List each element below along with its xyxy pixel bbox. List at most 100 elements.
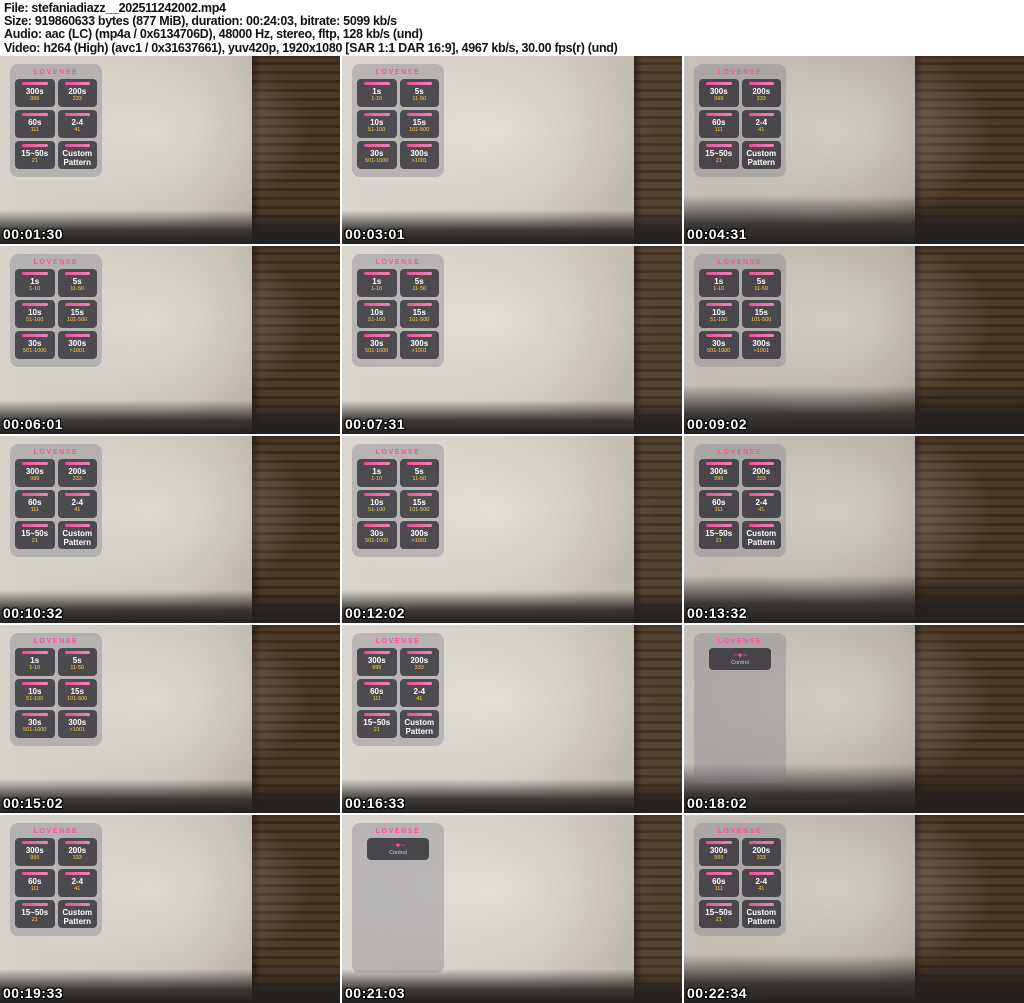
tile-duration: 15~50s — [21, 149, 49, 158]
tile-duration: Custom Pattern — [746, 908, 777, 927]
tile-token-range: 111 — [30, 886, 39, 893]
video-thumbnail[interactable]: 00:06:01 LOVENSE 1s 1-10 5s 11-50 10s 51-100 1… — [0, 245, 340, 434]
tile-token-range: >1001 — [69, 347, 85, 354]
tile-duration: 10s — [28, 687, 42, 697]
lovense-title: LOVENSE — [375, 828, 421, 836]
tip-menu-tile: 300s 999 — [15, 458, 55, 487]
lovense-tip-menu-overlay: LOVENSE 1s 1-10 5s 11-50 10s 51-100 15s 101-500… — [10, 633, 102, 747]
tile-duration: 300s — [410, 338, 429, 348]
tile-level-bar — [406, 523, 432, 527]
video-thumbnail[interactable]: 00:22:34 LOVENSE 300s 999 200s 333 60s 111 2-4… — [684, 815, 1024, 1003]
tip-menu-tile: 15~50s 21 — [699, 900, 739, 929]
tip-menu-tile: 15~50s 21 — [357, 710, 397, 739]
tip-menu-tile: 15~50s 21 — [15, 141, 55, 169]
tip-menu-tile: 1s 1-10 — [357, 79, 397, 107]
tile-level-bar — [364, 682, 390, 686]
lovense-control-tile: ~♥~ Control — [709, 648, 771, 671]
tile-level-bar — [64, 523, 90, 527]
tile-level-bar — [64, 333, 90, 337]
tip-menu-tile: 1s 1-10 — [357, 268, 397, 297]
tip-menu-tiles: 300s 999 200s 333 60s 111 2-4 41 15~50s 21 Custom … — [15, 838, 97, 929]
tile-duration: 2-4 — [755, 497, 768, 507]
tile-level-bar — [364, 271, 390, 275]
tile-token-range: 111 — [30, 506, 39, 513]
tip-menu-tiles: 300s 999 200s 333 60s 111 2-4 41 15~50s 21 Custom … — [699, 79, 781, 169]
tile-duration: 2-4 — [413, 687, 426, 697]
tip-menu-tile: 30s 501-1000 — [15, 330, 55, 359]
tile-duration: 5s — [72, 276, 82, 286]
tile-duration: 15~50s — [363, 718, 391, 728]
tile-token-range: 1-10 — [371, 96, 383, 102]
tile-token-range: 999 — [30, 475, 40, 482]
tile-level-bar — [406, 713, 432, 717]
tip-menu-tile: 300s 999 — [15, 79, 55, 107]
tile-duration: 200s — [68, 466, 87, 476]
tip-menu-tile: 30s 501-1000 — [357, 141, 397, 169]
tile-token-range: 101-500 — [409, 316, 430, 323]
tile-level-bar — [22, 713, 48, 717]
tile-level-bar — [406, 271, 432, 275]
lovense-title: LOVENSE — [33, 638, 79, 646]
video-thumbnail[interactable]: 00:07:31 LOVENSE 1s 1-10 5s 11-50 10s 51-100 1… — [342, 245, 682, 434]
tile-duration: 60s — [370, 687, 384, 697]
video-thumbnail[interactable]: 00:16:33 LOVENSE 300s 999 200s 333 60s 111 2-4… — [342, 625, 682, 814]
tile-level-bar — [748, 302, 774, 306]
tip-menu-tile: Custom Pattern — [57, 141, 97, 169]
tile-level-bar — [22, 271, 48, 275]
video-thumbnail[interactable]: 00:09:02 LOVENSE 1s 1-10 5s 11-50 10s 51-100 1… — [684, 245, 1024, 434]
video-thumbnail[interactable]: 00:18:02 LOVENSE ~♥~ Control — [684, 625, 1024, 814]
tip-menu-tile: 300s >1001 — [399, 141, 439, 169]
tip-menu-tile: 60s 111 — [15, 489, 55, 518]
tile-duration: 60s — [712, 118, 726, 127]
tip-menu-tile: 60s 111 — [15, 869, 55, 898]
tip-menu-tile: 10s 51-100 — [15, 299, 55, 328]
video-thumbnail[interactable]: 00:19:33 LOVENSE 300s 999 200s 333 60s 111 2-4… — [0, 815, 340, 1003]
tile-duration: 60s — [28, 877, 42, 887]
tile-level-bar — [22, 903, 48, 907]
tile-duration: 30s — [370, 149, 384, 158]
tile-level-bar — [64, 903, 90, 907]
video-thumbnail[interactable]: 00:10:32 LOVENSE 300s 999 200s 333 60s 111 2-4… — [0, 435, 340, 624]
tile-duration: 2-4 — [71, 497, 84, 507]
video-thumbnail[interactable]: 00:01:30 LOVENSE 300s 999 200s 333 60s 111 2-4… — [0, 56, 340, 244]
tip-menu-tile: Custom Pattern — [741, 520, 781, 549]
tile-token-range: 999 — [714, 855, 724, 862]
video-thumbnail[interactable]: 00:15:02 LOVENSE 1s 1-10 5s 11-50 10s 51-100 1… — [0, 625, 340, 814]
video-thumbnail[interactable]: 00:04:31 LOVENSE 300s 999 200s 333 60s 111 2-4… — [684, 56, 1024, 244]
tile-duration: 200s — [752, 846, 771, 856]
timestamp-label: 00:09:02 — [687, 415, 748, 432]
tile-token-range: 111 — [714, 506, 723, 513]
tile-level-bar — [364, 144, 390, 147]
tip-menu-tile: 15s 101-500 — [57, 679, 97, 708]
video-thumbnail[interactable]: 00:03:01 LOVENSE 1s 1-10 5s 11-50 10s 51-100 1… — [342, 56, 682, 244]
tile-duration: 30s — [28, 338, 42, 348]
tile-duration: 300s — [68, 338, 87, 348]
tip-menu-tile: 30s 501-1000 — [357, 330, 397, 359]
tile-token-range: 21 — [715, 158, 722, 164]
tip-menu-tiles: 300s 999 200s 333 60s 111 2-4 41 15~50s 21 Custom … — [699, 458, 781, 549]
tile-token-range: 333 — [72, 855, 82, 862]
tile-duration: 200s — [410, 656, 429, 666]
tile-level-bar — [748, 333, 774, 337]
video-thumbnail[interactable]: 00:12:02 LOVENSE 1s 1-10 5s 11-50 10s 51-100 1… — [342, 435, 682, 624]
tile-level-bar — [706, 903, 732, 907]
tile-token-range: 111 — [714, 127, 723, 133]
video-thumbnail[interactable]: 00:21:03 LOVENSE ~♥~ Control — [342, 815, 682, 1003]
tip-menu-tiles: 1s 1-10 5s 11-50 10s 51-100 15s 101-500 30s 501-1… — [699, 268, 781, 359]
tip-menu-tile: 15~50s 21 — [15, 520, 55, 549]
tile-duration: 30s — [28, 718, 42, 728]
control-tile-label: Control — [389, 850, 407, 857]
lovense-tip-menu-overlay: LOVENSE 1s 1-10 5s 11-50 10s 51-100 15s 101-500… — [352, 64, 444, 177]
tile-level-bar — [364, 523, 390, 527]
tile-level-bar — [64, 872, 90, 876]
tile-token-range: 101-500 — [67, 696, 88, 703]
tile-duration: 300s — [709, 466, 728, 476]
tip-menu-tile: 10s 51-100 — [357, 299, 397, 328]
tip-menu-tile: 300s 999 — [699, 458, 739, 487]
tile-level-bar — [748, 523, 774, 527]
tile-token-range: 501-1000 — [23, 727, 47, 734]
video-thumbnail[interactable]: 00:13:32 LOVENSE 300s 999 200s 333 60s 111 2-4… — [684, 435, 1024, 624]
tile-token-range: 111 — [714, 886, 723, 893]
tip-menu-tiles: 1s 1-10 5s 11-50 10s 51-100 15s 101-500 30s 501-1… — [357, 458, 439, 549]
tip-menu-tile: 2-4 41 — [741, 489, 781, 518]
